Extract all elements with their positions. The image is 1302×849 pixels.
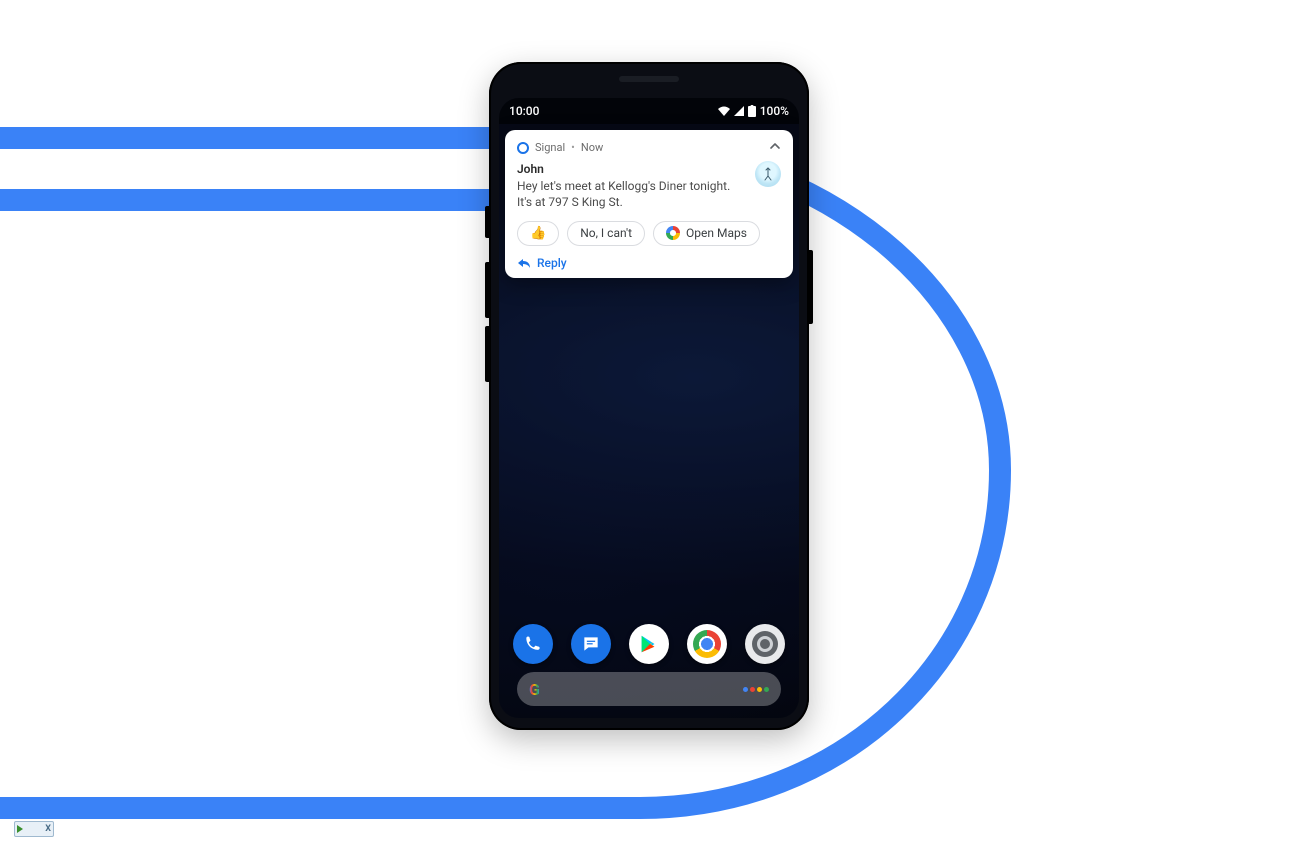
app-phone[interactable] [513, 624, 553, 664]
maps-icon [666, 226, 680, 240]
chip-thumbs-up[interactable]: 👍 [517, 221, 559, 246]
signal-icon [734, 106, 744, 116]
app-play-store[interactable] [629, 624, 669, 664]
ad-badge[interactable]: X [14, 821, 54, 837]
volume-up-button [485, 262, 489, 318]
separator-dot: • [571, 141, 575, 154]
notification-message: Hey let's meet at Kellogg's Diner tonigh… [517, 179, 730, 209]
reply-icon [517, 257, 531, 269]
messages-icon [581, 634, 601, 654]
google-search-bar[interactable]: G [517, 672, 781, 706]
chrome-icon [693, 630, 721, 658]
app-chrome[interactable] [687, 624, 727, 664]
status-time: 10:00 [509, 104, 539, 118]
wifi-icon [718, 106, 730, 116]
assistant-icon[interactable] [743, 687, 769, 692]
app-messages[interactable] [571, 624, 611, 664]
notification-text: John Hey let's meet at Kellogg's Diner t… [517, 161, 745, 211]
notification-card[interactable]: Signal • Now John Hey let's meet at Kell… [505, 130, 793, 278]
close-icon[interactable]: X [45, 825, 51, 834]
notification-when: Now [581, 141, 603, 154]
notification-sender: John [517, 161, 745, 177]
reply-label: Reply [537, 256, 567, 270]
app-dock [499, 624, 799, 664]
play-icon [17, 825, 23, 833]
chip-open-maps[interactable]: Open Maps [653, 221, 760, 246]
smart-reply-chips: 👍 No, I can't Open Maps [517, 221, 781, 246]
signal-app-icon [517, 142, 529, 154]
notification-app-name: Signal [535, 141, 565, 154]
phone-screen: 10:00 100% Signal • Now [499, 98, 799, 718]
chip-decline-label: No, I can't [580, 226, 632, 240]
chip-maps-label: Open Maps [686, 226, 747, 240]
collapse-icon[interactable] [769, 140, 781, 155]
phone-frame: 10:00 100% Signal • Now [489, 62, 809, 730]
battery-icon [748, 105, 756, 117]
chip-decline[interactable]: No, I can't [567, 221, 645, 246]
camera-icon [752, 631, 778, 657]
reply-button[interactable]: Reply [517, 256, 781, 270]
status-right: 100% [718, 104, 789, 118]
battery-percent: 100% [760, 104, 789, 118]
phone-icon [523, 634, 543, 654]
notification-header: Signal • Now [517, 140, 781, 155]
status-bar: 10:00 100% [499, 98, 799, 124]
thumbs-up-icon: 👍 [530, 226, 546, 241]
play-store-icon [638, 633, 660, 655]
volume-down-button [485, 326, 489, 382]
power-button [809, 250, 813, 324]
sender-avatar [755, 161, 781, 187]
app-camera[interactable] [745, 624, 785, 664]
google-logo-icon: G [529, 680, 540, 699]
side-button [485, 206, 489, 238]
